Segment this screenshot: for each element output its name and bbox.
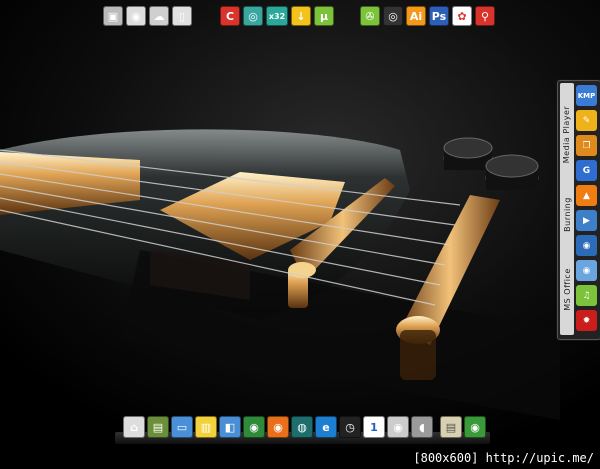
notes-app-glyph: ▤: [445, 420, 457, 434]
firefox-icon[interactable]: ◉: [267, 416, 289, 438]
adobe-illustrator-glyph: Ai: [409, 9, 423, 23]
internet-explorer-icon[interactable]: e: [315, 416, 337, 438]
globe-ball-glyph: ◉: [249, 420, 259, 434]
clock-icon[interactable]: ◷: [339, 416, 361, 438]
globe-grid-icon[interactable]: ◍: [291, 416, 313, 438]
utorrent-icon[interactable]: µ: [314, 6, 334, 26]
vlc-cone-glyph: ▲: [583, 190, 590, 201]
ring-app-glyph: ◎: [248, 9, 258, 23]
nero-burn-glyph: ◉: [582, 240, 591, 251]
adobe-photoshop-icon[interactable]: Ps: [429, 6, 449, 26]
calendar-icon[interactable]: 1: [363, 416, 385, 438]
film-reel-icon[interactable]: ✇: [360, 6, 380, 26]
sticky-notes-glyph: ▥: [200, 420, 212, 434]
picasa-glyph: ✿: [457, 9, 467, 23]
tab-burning[interactable]: Burning: [560, 183, 574, 245]
globe-green-icon[interactable]: ◉: [464, 416, 486, 438]
sidebar-tabs: Media Player Burning MS Office: [560, 83, 574, 335]
monitor-glyph: ▭: [176, 420, 188, 434]
network-cloud-glyph: ☁: [153, 9, 165, 23]
disc-burner-glyph: ◎: [388, 9, 398, 23]
download-arrow-glyph: ↓: [296, 9, 306, 23]
picasa-icon[interactable]: ✿: [452, 6, 472, 26]
download-arrow-icon[interactable]: ↓: [291, 6, 311, 26]
feather-icon[interactable]: ✎: [576, 110, 597, 131]
recycle-bin-icon[interactable]: ▯: [172, 6, 192, 26]
clock-glyph: ◷: [345, 420, 355, 434]
nero-burn-icon[interactable]: ◉: [576, 235, 597, 256]
wifi-dock-glyph: ◉: [393, 420, 403, 434]
x32-icon[interactable]: x32: [266, 6, 288, 26]
tab-media-player[interactable]: Media Player: [560, 89, 574, 179]
music-note-glyph: ♫: [582, 290, 591, 301]
disc-burner-icon[interactable]: ◎: [383, 6, 403, 26]
firefox-glyph: ◉: [273, 420, 283, 434]
film-reel-glyph: ✇: [365, 9, 375, 23]
home-glyph: ⌂: [130, 420, 138, 434]
tab-media-player-label: Media Player: [562, 105, 572, 163]
x32-glyph: x32: [268, 11, 286, 21]
desktop-screen: ▣ ◉ ☁ ▯ C ◎ x32 ↓ µ ✇ ◎ Ai Ps ✿ ⚲ Media …: [0, 0, 600, 469]
kmp-player-glyph: KMP: [577, 91, 596, 100]
g-app-icon[interactable]: G: [576, 160, 597, 181]
adobe-photoshop-glyph: Ps: [431, 9, 447, 23]
adobe-illustrator-icon[interactable]: Ai: [406, 6, 426, 26]
resolution-url-label: [800x600] http://upic.me/: [413, 451, 594, 465]
search-tool-glyph: ⚲: [480, 9, 490, 23]
utorrent-glyph: µ: [319, 9, 329, 23]
gallery-glyph: ◧: [224, 420, 236, 434]
network-cloud-icon[interactable]: ☁: [149, 6, 169, 26]
eye-icon[interactable]: ◉: [576, 260, 597, 281]
feather-glyph: ✎: [582, 115, 591, 126]
control-panel-icon[interactable]: ▤: [147, 416, 169, 438]
recycle-bin-glyph: ▯: [178, 9, 186, 23]
app-launcher-sidebar: Media Player Burning MS Office KMP ✎ ❐ G…: [557, 80, 600, 340]
media-player-icon[interactable]: ▶: [576, 210, 597, 231]
kmp-player-icon[interactable]: KMP: [576, 85, 597, 106]
tab-ms-office-label: MS Office: [562, 267, 572, 311]
wifi-glyph: ◉: [131, 9, 141, 23]
monitor-icon[interactable]: ▭: [171, 416, 193, 438]
sticky-notes-icon[interactable]: ▥: [195, 416, 217, 438]
search-tool-icon[interactable]: ⚲: [475, 6, 495, 26]
vlc-cone-icon[interactable]: ▲: [576, 185, 597, 206]
g-app-glyph: G: [582, 165, 591, 176]
speaker-icon[interactable]: ◖: [411, 416, 433, 438]
manchester-united-crest-glyph: ✹: [582, 315, 591, 326]
globe-green-glyph: ◉: [470, 420, 480, 434]
media-player-glyph: ▶: [583, 215, 590, 226]
ccleaner-icon[interactable]: C: [220, 6, 240, 26]
music-note-icon[interactable]: ♫: [576, 285, 597, 306]
notes-app-icon[interactable]: ▤: [440, 416, 462, 438]
gallery-icon[interactable]: ◧: [219, 416, 241, 438]
ccleaner-glyph: C: [225, 9, 235, 23]
control-panel-glyph: ▤: [152, 420, 164, 434]
wifi-dock-icon[interactable]: ◉: [387, 416, 409, 438]
image-footer: [800x600] http://upic.me/: [0, 448, 600, 469]
calendar-glyph: 1: [370, 420, 378, 434]
guitar-wallpaper: [0, 0, 600, 448]
copy-tool-glyph: ❐: [582, 140, 591, 151]
ring-app-icon[interactable]: ◎: [243, 6, 263, 26]
globe-grid-glyph: ◍: [297, 420, 307, 434]
home-icon[interactable]: ⌂: [123, 416, 145, 438]
tab-burning-label: Burning: [562, 196, 572, 232]
eye-glyph: ◉: [582, 265, 591, 276]
wifi-icon[interactable]: ◉: [126, 6, 146, 26]
copy-tool-icon[interactable]: ❐: [576, 135, 597, 156]
system-properties-glyph: ▣: [107, 9, 119, 23]
manchester-united-crest-icon[interactable]: ✹: [576, 310, 597, 331]
tab-ms-office[interactable]: MS Office: [560, 249, 574, 329]
system-properties-icon[interactable]: ▣: [103, 6, 123, 26]
speaker-glyph: ◖: [419, 420, 425, 434]
globe-ball-icon[interactable]: ◉: [243, 416, 265, 438]
internet-explorer-glyph: e: [322, 420, 330, 434]
